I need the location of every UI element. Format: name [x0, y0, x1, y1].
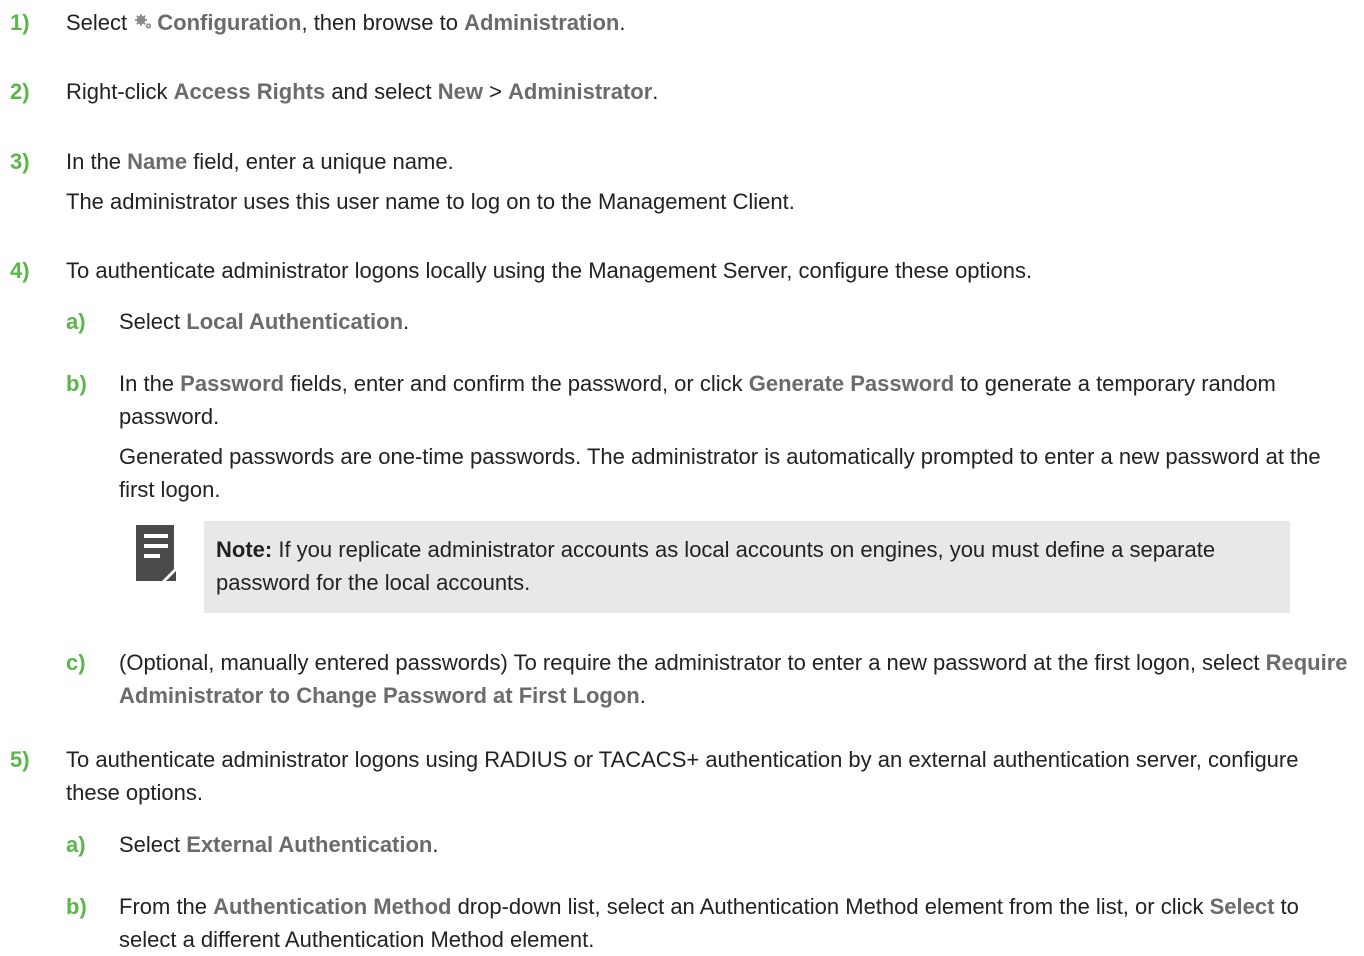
ui-term: Administration — [464, 10, 620, 35]
substep-number: b) — [66, 894, 87, 919]
note-text: Note: If you replicate administrator acc… — [216, 537, 1216, 595]
substep-text: Select Local Authentication. — [119, 309, 410, 334]
substep-text: (Optional, manually entered passwords) T… — [119, 650, 1348, 708]
ui-term: Select — [1209, 894, 1275, 919]
step-text: To authenticate administrator logons loc… — [66, 258, 1033, 283]
ui-term: Name — [127, 149, 188, 174]
step-text: Select Configuration, then browse to Adm… — [66, 6, 1346, 39]
note-box: Note: If you replicate administrator acc… — [204, 521, 1290, 613]
note-label: Note: — [216, 537, 273, 562]
ui-term: Generate Password — [748, 371, 955, 396]
step-text: To authenticate administrator logons usi… — [66, 747, 1299, 805]
step-number: 1) — [10, 10, 30, 35]
substep-info: Generated passwords are one-time passwor… — [119, 444, 1321, 502]
step-number: 5) — [10, 747, 30, 772]
ui-term: External Authentication — [186, 832, 433, 857]
step-text: In the Name field, enter a unique name. — [66, 149, 454, 174]
note-icon — [136, 525, 186, 581]
ui-term: Configuration — [157, 10, 302, 35]
step-info: The administrator uses this user name to… — [66, 189, 795, 214]
ui-term: Local Authentication — [186, 309, 404, 334]
substep-number: c) — [66, 650, 86, 675]
substep-number: a) — [66, 309, 86, 334]
substep-text: Select External Authentication. — [119, 832, 439, 857]
ui-term: New — [437, 79, 483, 104]
step-number: 2) — [10, 79, 30, 104]
substep-text: From the Authentication Method drop-down… — [119, 894, 1299, 952]
step-text: Right-click Access Rights and select New… — [66, 79, 659, 104]
step-number: 3) — [10, 149, 30, 174]
procedure-page: 1) Select Configuration, then browse to … — [0, 0, 1364, 952]
ui-term: Password — [180, 371, 285, 396]
substep-text: In the Password fields, enter and confir… — [119, 371, 1276, 429]
ui-term: Access Rights — [173, 79, 326, 104]
ui-term: Authentication Method — [213, 894, 452, 919]
substep-number: b) — [66, 371, 87, 396]
step-number: 4) — [10, 258, 30, 283]
gear-icon — [135, 6, 153, 39]
substep-number: a) — [66, 832, 86, 857]
ui-term: Administrator — [508, 79, 653, 104]
